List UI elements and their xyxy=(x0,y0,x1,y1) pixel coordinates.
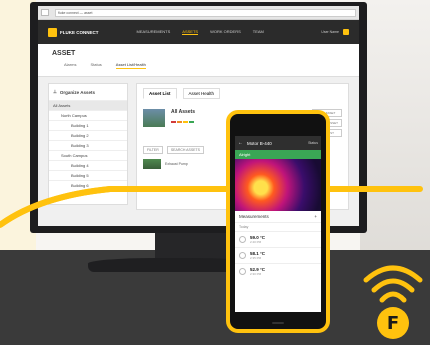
add-measurement-icon[interactable]: + xyxy=(314,214,317,219)
smartphone: ← Motor B-440 Status Alright Measurement… xyxy=(226,110,330,333)
measurement-item[interactable]: 52.9 °C 2:30 PM xyxy=(235,263,321,279)
measurement-item[interactable]: 58.1 °C 2:35 PM xyxy=(235,247,321,263)
measurements-heading: Measurements + xyxy=(235,211,321,223)
thermal-image[interactable] xyxy=(235,159,321,211)
thermometer-icon xyxy=(239,236,246,243)
phone-title: Motor B-440 xyxy=(247,140,272,146)
thermometer-icon xyxy=(239,268,246,275)
phone-status-banner: Alright xyxy=(235,150,321,159)
phone-header-status[interactable]: Status xyxy=(308,141,318,145)
phone-screen: ← Motor B-440 Status Alright Measurement… xyxy=(235,136,321,312)
measurement-time: 2:35 PM xyxy=(250,256,262,260)
scene: fluke connect — asset FLUKE CONNECT MEAS… xyxy=(0,0,430,345)
back-arrow-icon[interactable]: ← xyxy=(238,140,243,146)
phone-header: ← Motor B-440 Status xyxy=(235,136,321,150)
measurement-time: 2:40 PM xyxy=(250,240,262,244)
measurements-label: Measurements xyxy=(239,214,269,219)
measurement-time: 2:30 PM xyxy=(250,272,262,276)
fluke-connect-badge: F xyxy=(377,307,409,339)
thermometer-icon xyxy=(239,252,246,259)
badge-letter: F xyxy=(386,312,400,334)
phone-home-indicator xyxy=(272,322,284,324)
measurements-date-group: Today xyxy=(239,225,249,229)
wifi-icon xyxy=(363,265,423,303)
measurement-item[interactable]: 59.0 °C 2:40 PM xyxy=(235,231,321,247)
